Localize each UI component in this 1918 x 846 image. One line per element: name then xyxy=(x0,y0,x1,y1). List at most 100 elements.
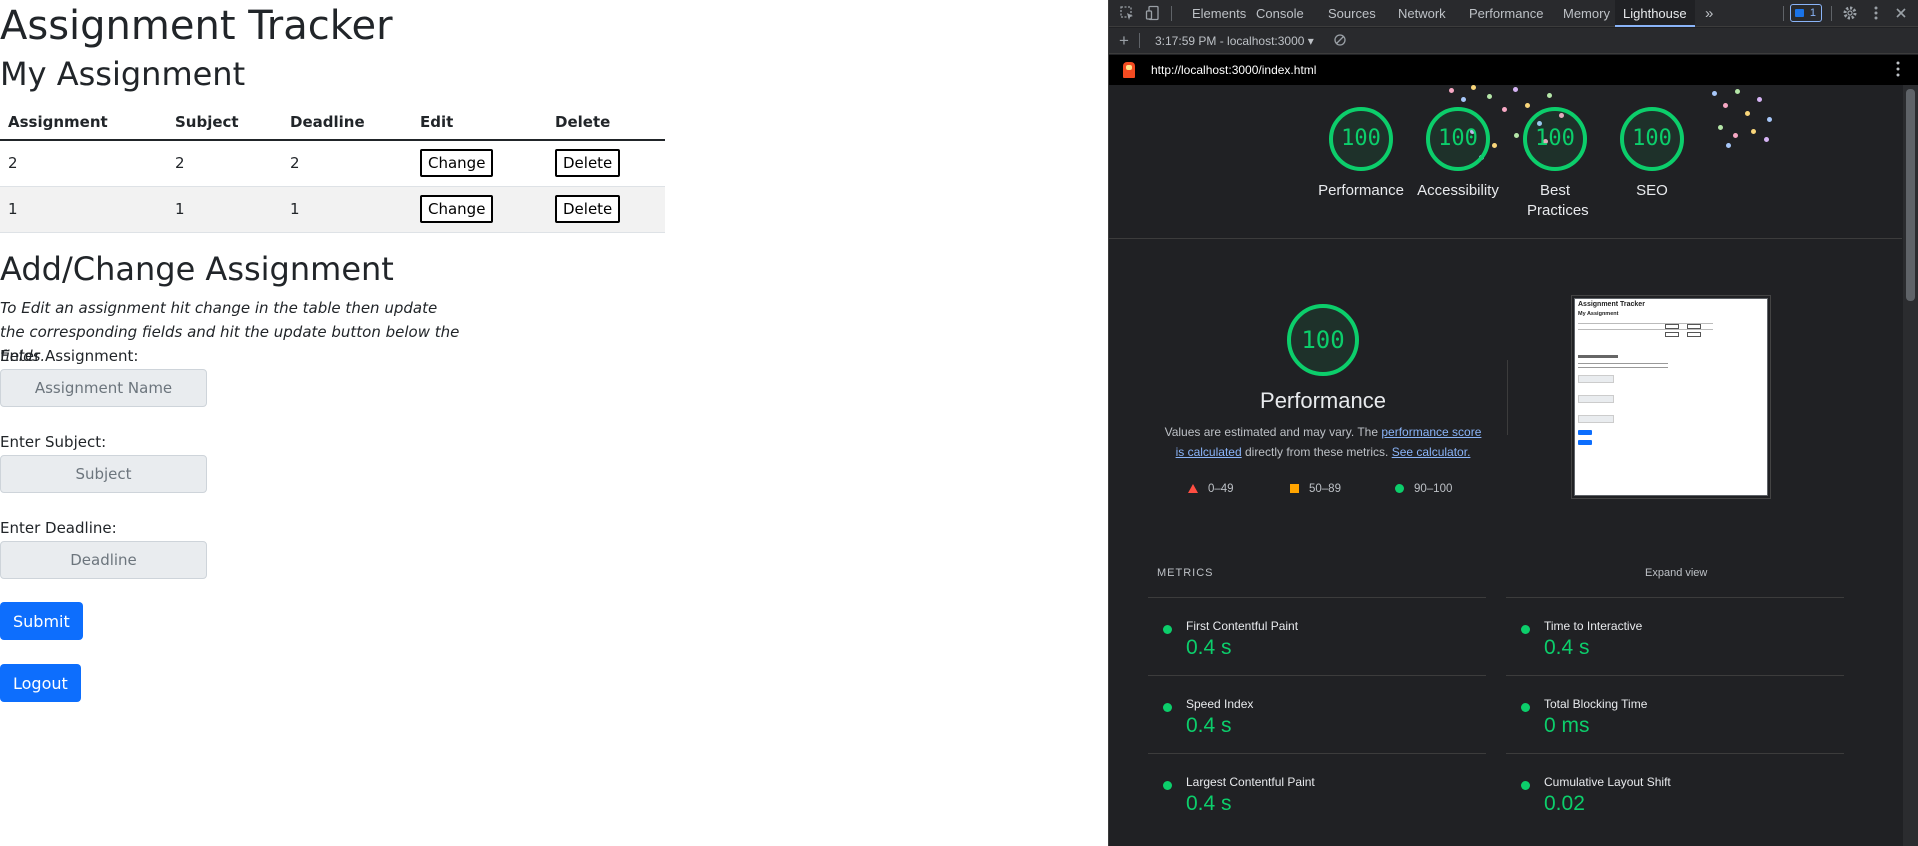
confetti-dot xyxy=(1726,143,1731,148)
change-button[interactable]: Change xyxy=(420,149,494,178)
metric-name: Time to Interactive xyxy=(1544,619,1643,633)
more-options-icon[interactable] xyxy=(1868,5,1884,21)
legend-range: 90–100 xyxy=(1414,483,1453,495)
inspect-element-icon[interactable] xyxy=(1119,5,1135,21)
thumb-button xyxy=(1665,332,1679,337)
tab-elements[interactable]: Elements xyxy=(1186,0,1252,27)
assignment-input[interactable] xyxy=(0,369,207,407)
lighthouse-logo-icon xyxy=(1123,62,1135,78)
subject-input[interactable] xyxy=(0,455,207,493)
delete-button[interactable]: Delete xyxy=(555,149,621,178)
delete-button[interactable]: Delete xyxy=(555,195,621,223)
devtools-tab-bar: Elements Console Sources Network Perform… xyxy=(1109,0,1918,27)
header-deadline: Deadline xyxy=(282,104,412,141)
confetti-dot xyxy=(1502,107,1507,112)
metric-value: 0 ms xyxy=(1544,714,1590,737)
scrollbar-thumb[interactable] xyxy=(1906,89,1915,301)
form-title: Add/Change Assignment xyxy=(0,250,394,288)
tab-performance[interactable]: Performance xyxy=(1463,0,1549,27)
confetti-dot xyxy=(1712,91,1717,96)
cell-delete: Delete xyxy=(547,140,665,187)
perf-desc-text: directly from these metrics. xyxy=(1241,445,1392,459)
thumb-subtitle: My Assignment xyxy=(1578,311,1619,317)
header-subject: Subject xyxy=(167,104,282,141)
cell-assignment: 1 xyxy=(0,186,167,233)
tab-lighthouse[interactable]: Lighthouse xyxy=(1615,0,1695,27)
report-url: http://localhost:3000/index.html xyxy=(1151,63,1317,77)
confetti-dot xyxy=(1751,129,1756,134)
triangle-icon xyxy=(1188,484,1198,493)
accessibility-score-gauge[interactable]: 100 xyxy=(1426,107,1490,171)
thumb-line xyxy=(1578,329,1713,330)
metric-value: 0.4 s xyxy=(1186,636,1232,659)
thumb-line xyxy=(1578,367,1668,368)
seo-score-label: SEO xyxy=(1636,182,1668,199)
vertical-divider xyxy=(1507,360,1508,435)
tab-network[interactable]: Network xyxy=(1392,0,1452,27)
thumb-submit xyxy=(1578,430,1592,435)
confetti-dot xyxy=(1492,143,1497,148)
tab-memory[interactable]: Memory xyxy=(1557,0,1616,27)
report-scrollbar[interactable] xyxy=(1903,85,1918,846)
confetti-dot xyxy=(1718,125,1723,130)
more-tabs-icon[interactable]: » xyxy=(1699,0,1719,27)
close-devtools-icon[interactable] xyxy=(1893,5,1909,21)
accessibility-score-label: Accessibility xyxy=(1417,182,1499,199)
seo-score-gauge[interactable]: 100 xyxy=(1620,107,1684,171)
metric-name: Speed Index xyxy=(1186,697,1254,711)
tab-sources[interactable]: Sources xyxy=(1322,0,1382,27)
clear-reports-icon[interactable] xyxy=(1333,33,1347,50)
device-toolbar-icon[interactable] xyxy=(1145,5,1161,21)
table-row: 1 1 1 Change Delete xyxy=(0,186,665,233)
logout-button[interactable]: Logout xyxy=(0,664,81,702)
confetti-dot xyxy=(1735,89,1740,94)
app-page: Assignment Tracker My Assignment Assignm… xyxy=(0,0,1108,846)
circle-icon xyxy=(1395,484,1404,493)
metric-value: 0.4 s xyxy=(1186,714,1232,737)
assignment-label: Enter Assignment: xyxy=(0,347,139,365)
cell-deadline: 1 xyxy=(282,186,412,233)
report-selector[interactable]: 3:17:59 PM - localhost:3000 ▾ xyxy=(1155,34,1314,48)
tab-console[interactable]: Console xyxy=(1250,0,1310,27)
metric-name: First Contentful Paint xyxy=(1186,619,1299,633)
thumb-button xyxy=(1665,324,1679,329)
pass-dot-icon xyxy=(1521,703,1530,712)
new-report-icon[interactable]: + xyxy=(1119,31,1129,51)
issues-badge[interactable]: 1 xyxy=(1790,4,1822,22)
submit-button[interactable]: Submit xyxy=(0,602,83,640)
metric-total-blocking-time: Total Blocking Time 0 ms xyxy=(1506,675,1844,753)
metric-name: Total Blocking Time xyxy=(1544,697,1648,711)
change-button[interactable]: Change xyxy=(420,195,494,223)
best-practices-score-gauge[interactable]: 100 xyxy=(1523,107,1587,171)
section-divider xyxy=(1109,238,1902,239)
metrics-heading: METRICS xyxy=(1157,567,1214,579)
expand-view-toggle[interactable]: Expand view xyxy=(1645,567,1707,579)
report-url-bar: http://localhost:3000/index.html xyxy=(1109,55,1918,85)
toolbar-separator xyxy=(1139,33,1140,48)
header-delete: Delete xyxy=(547,104,665,141)
pass-dot-icon xyxy=(1163,781,1172,790)
perf-desc-text: Values are estimated and may vary. The xyxy=(1164,425,1382,439)
thumb-input xyxy=(1578,395,1614,403)
pass-dot-icon xyxy=(1521,781,1530,790)
legend-range: 0–49 xyxy=(1208,483,1234,495)
confetti-dot xyxy=(1733,133,1738,138)
subject-label: Enter Subject: xyxy=(0,433,107,451)
table-header-row: Assignment Subject Deadline Edit Delete xyxy=(0,104,665,141)
pass-dot-icon xyxy=(1521,625,1530,634)
see-calculator-link[interactable]: See calculator. xyxy=(1392,445,1471,459)
report-menu-icon[interactable] xyxy=(1895,60,1901,81)
deadline-label: Enter Deadline: xyxy=(0,519,117,537)
tab-separator xyxy=(1171,6,1172,21)
thumb-button xyxy=(1687,324,1701,329)
metric-speed-index: Speed Index 0.4 s xyxy=(1148,675,1486,753)
page-title: Assignment Tracker xyxy=(0,3,393,49)
thumb-input xyxy=(1578,415,1614,423)
cell-delete: Delete xyxy=(547,186,665,233)
deadline-input[interactable] xyxy=(0,541,207,579)
settings-gear-icon[interactable] xyxy=(1842,5,1858,21)
cell-deadline: 2 xyxy=(282,140,412,187)
confetti-dot xyxy=(1764,137,1769,142)
cell-edit: Change xyxy=(412,140,547,187)
performance-score-gauge[interactable]: 100 xyxy=(1329,107,1393,171)
